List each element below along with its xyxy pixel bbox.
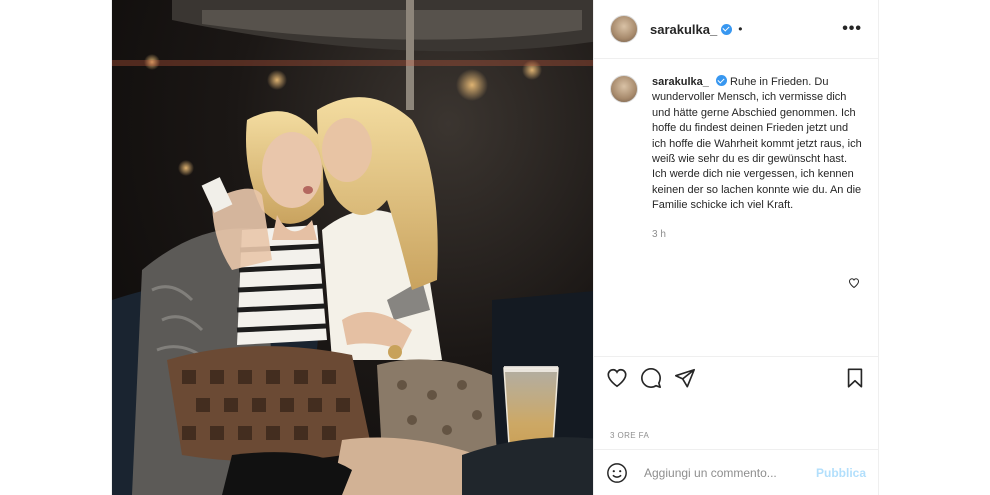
bookmark-icon[interactable] — [844, 367, 866, 389]
author-username[interactable]: sarakulka_ — [650, 22, 717, 37]
caption-timestamp[interactable]: 3 h — [652, 227, 862, 242]
header-dot-separator: • — [738, 22, 743, 36]
comment-like-heart-icon[interactable] — [848, 277, 860, 289]
author-avatar[interactable] — [610, 15, 638, 43]
publish-button[interactable]: Pubblica — [816, 466, 866, 480]
add-comment-input[interactable] — [642, 464, 806, 481]
paper-plane-icon[interactable] — [674, 367, 696, 389]
post-side-panel: sarakulka_ • ••• sarakulka_ Ruhe in Frie… — [593, 0, 878, 495]
post-actions-bar — [594, 356, 878, 398]
add-comment-bar: Pubblica — [594, 449, 878, 495]
heart-icon[interactable] — [606, 367, 628, 389]
post-header: sarakulka_ • ••• — [594, 0, 878, 59]
more-options-icon[interactable]: ••• — [842, 20, 862, 38]
comment-icon[interactable] — [640, 367, 662, 389]
post-modal: sarakulka_ • ••• sarakulka_ Ruhe in Frie… — [111, 0, 879, 495]
caption-verified-badge-icon — [715, 75, 727, 86]
post-timestamp[interactable]: 3 ORE FA — [610, 431, 649, 440]
caption-body: sarakulka_ Ruhe in Frieden. Du wundervol… — [652, 75, 862, 242]
verified-badge-icon — [721, 23, 733, 35]
smiley-icon[interactable] — [606, 462, 628, 484]
caption-author-avatar[interactable] — [610, 75, 638, 103]
photo-illustration — [112, 0, 593, 495]
caption-username[interactable]: sarakulka_ — [652, 76, 709, 88]
post-photo[interactable] — [112, 0, 593, 495]
caption-text: Ruhe in Frieden. Du wundervoller Mensch,… — [652, 76, 862, 212]
caption-comment: sarakulka_ Ruhe in Frieden. Du wundervol… — [594, 59, 878, 242]
